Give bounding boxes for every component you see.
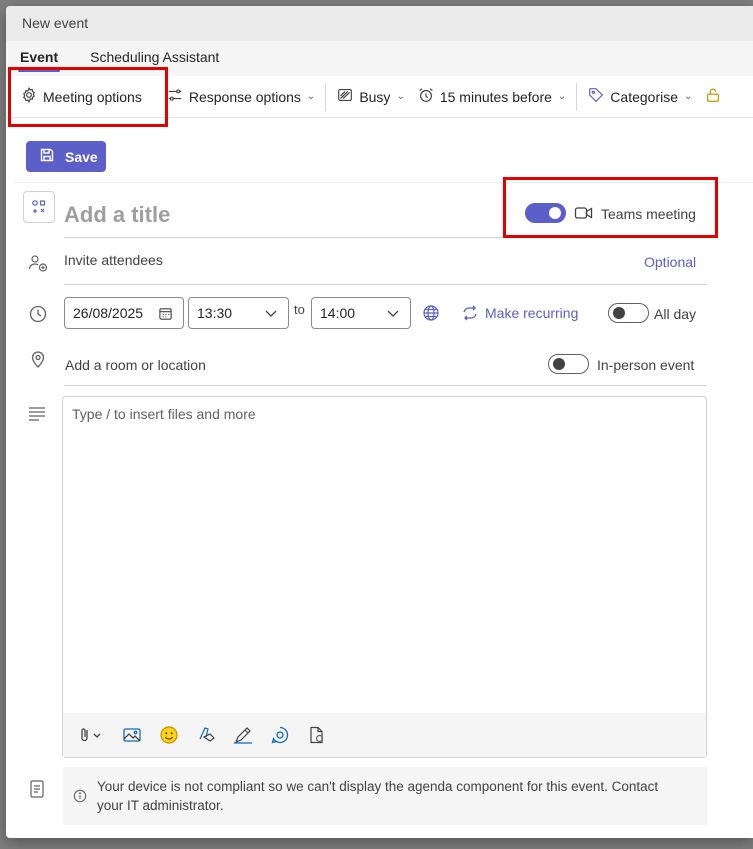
busy-label: Busy — [359, 88, 391, 105]
tab-scheduling-assistant[interactable]: Scheduling Assistant — [90, 49, 219, 72]
in-person-toggle[interactable] — [548, 354, 589, 374]
agenda-icon — [28, 779, 46, 802]
divider — [14, 182, 753, 183]
notice-line-1: Your device is not compliant so we can't… — [97, 779, 659, 794]
to-label: to — [294, 302, 305, 317]
invite-attendees-input[interactable]: Invite attendees — [64, 252, 163, 268]
globe-icon[interactable] — [422, 304, 440, 325]
busy-icon — [336, 86, 359, 107]
busy-dropdown[interactable]: Busy ⌄ — [330, 81, 411, 113]
start-date-value: 26/08/2025 — [73, 305, 144, 321]
teams-meeting-label: Teams meeting — [601, 206, 696, 222]
document-icon[interactable] — [307, 725, 327, 745]
meeting-options-button[interactable]: Meeting options — [14, 81, 148, 113]
categorise-dropdown[interactable]: Categorise ⌄ — [581, 81, 698, 113]
location-input[interactable]: Add a room or location — [65, 357, 206, 373]
calendar-icon — [158, 306, 173, 324]
reminder-label: 15 minutes before — [439, 88, 552, 105]
chevron-down-icon: ⌄ — [396, 91, 405, 102]
highlighter-icon[interactable] — [196, 725, 216, 745]
sliders-icon — [166, 86, 189, 107]
teams-meeting-toggle[interactable] — [525, 203, 566, 223]
title-underline — [64, 237, 707, 238]
image-icon[interactable] — [122, 726, 142, 744]
all-day-toggle[interactable] — [608, 303, 649, 323]
ribbon-toolbar: Meeting options Response options ⌄ Busy … — [6, 76, 753, 118]
response-options-label: Response options — [188, 88, 301, 105]
chevron-down-icon: ⌄ — [306, 91, 316, 102]
private-button[interactable] — [698, 81, 733, 113]
response-options-button[interactable]: Response options ⌄ — [160, 81, 321, 113]
tab-bar: Event Scheduling Assistant — [6, 41, 753, 76]
attach-icon[interactable] — [79, 726, 105, 744]
new-event-window: New event Event Scheduling Assistant Mee… — [6, 6, 753, 838]
toolbar-divider — [325, 82, 327, 111]
start-date-picker[interactable]: 26/08/2025 — [64, 297, 184, 329]
toolbar-divider — [576, 82, 578, 111]
start-time-value: 13:30 — [197, 305, 233, 321]
chevron-down-icon: ⌄ — [684, 91, 693, 102]
title-input[interactable]: Add a title — [64, 202, 170, 228]
settings-icon — [20, 86, 43, 107]
event-form: Save Add a title Teams meeting Invite at… — [6, 118, 753, 838]
chevron-down-icon — [386, 306, 400, 323]
meeting-options-label: Meeting options — [43, 88, 142, 105]
categorise-label: Categorise — [610, 88, 678, 105]
all-day-label: All day — [654, 306, 697, 322]
location-underline — [64, 385, 707, 386]
save-label: Save — [65, 148, 98, 165]
attendees-underline — [64, 284, 707, 285]
text-lines-icon — [28, 405, 46, 424]
loop-icon[interactable] — [270, 725, 290, 745]
end-time-value: 14:00 — [320, 305, 356, 321]
emoji-icon[interactable] — [159, 725, 179, 745]
editor-toolbar — [63, 713, 706, 757]
window-title: New event — [6, 6, 753, 41]
optional-attendees-link[interactable]: Optional — [644, 254, 696, 270]
clock-icon — [28, 304, 48, 327]
alarm-icon — [417, 86, 440, 107]
lock-icon — [704, 86, 727, 107]
in-person-label: In-person event — [597, 357, 695, 373]
compliance-notice: Your device is not compliant so we can't… — [63, 767, 707, 825]
body-placeholder: Type / to insert files and more — [72, 406, 256, 422]
make-recurring-label: Make recurring — [485, 305, 579, 321]
chevron-down-icon: ⌄ — [557, 91, 567, 102]
repeat-icon — [461, 304, 479, 322]
save-icon — [39, 147, 65, 166]
reminder-dropdown[interactable]: 15 minutes before ⌄ — [411, 81, 572, 113]
save-button[interactable]: Save — [26, 141, 106, 172]
info-icon — [73, 789, 87, 806]
location-icon — [28, 349, 48, 372]
tag-icon — [587, 86, 610, 107]
chevron-down-icon — [264, 306, 278, 323]
pen-icon[interactable] — [233, 725, 253, 745]
notice-line-2: your IT administrator. — [97, 798, 224, 813]
make-recurring-button[interactable]: Make recurring — [461, 304, 578, 322]
body-editor[interactable]: Type / to insert files and more — [62, 396, 707, 758]
tab-event[interactable]: Event — [17, 49, 61, 72]
video-icon — [574, 205, 594, 224]
people-add-icon — [28, 253, 48, 276]
end-time-dropdown[interactable]: 14:00 — [311, 297, 411, 329]
emoji-grid-icon[interactable] — [23, 191, 55, 223]
start-time-dropdown[interactable]: 13:30 — [188, 297, 289, 329]
